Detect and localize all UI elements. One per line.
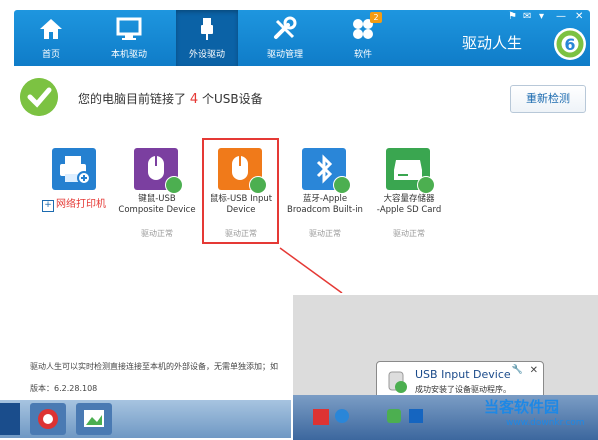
watermark-title: 当客软件园 <box>484 398 560 416</box>
notification-title: USB Input Device <box>415 368 511 381</box>
notification-close-button[interactable]: ✕ <box>530 365 538 376</box>
help-icon[interactable] <box>335 409 349 423</box>
wrench-icon[interactable]: 🔧 <box>512 365 523 375</box>
watermark-url: www.downkr.com <box>506 418 585 428</box>
usb-device-icon <box>388 371 407 393</box>
notification-message: 成功安装了设备驱动程序。 <box>415 385 511 394</box>
usb-tray-icon[interactable] <box>387 409 401 423</box>
tray-app-icon[interactable] <box>313 409 329 425</box>
shield-icon[interactable] <box>409 409 423 423</box>
